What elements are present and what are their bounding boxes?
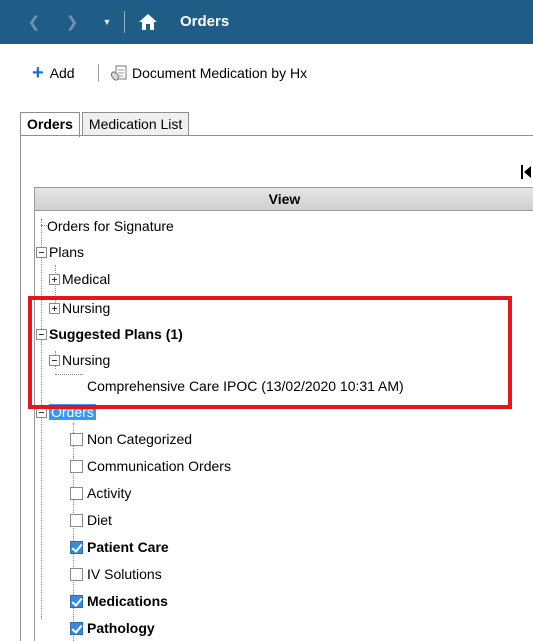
collapse-panel-icon[interactable] [521,165,531,179]
add-button-label: Add [49,65,75,81]
tab-medication-list[interactable]: Medication List [81,112,190,136]
document-medication-button[interactable]: Document Medication by Hx [110,60,307,86]
add-button[interactable]: + Add [32,60,75,86]
document-medication-icon [110,65,127,81]
tree-item-patient-care[interactable]: Patient Care [70,534,169,560]
plus-icon: + [32,62,44,84]
checkbox[interactable] [70,459,83,473]
tree-item-plans[interactable]: Plans [36,239,84,265]
tree-item-iv-solutions[interactable]: IV Solutions [70,561,162,587]
expand-icon[interactable] [49,273,60,285]
tree-item-medications[interactable]: Medications [70,588,168,614]
checkbox-checked[interactable] [70,621,83,635]
tab-orders[interactable]: Orders [20,112,80,137]
collapse-icon[interactable] [36,246,47,258]
tab-divider [20,135,533,136]
tree-item-diet[interactable]: Diet [70,507,112,533]
panel-left-border [20,135,21,641]
checkbox[interactable] [70,432,83,446]
checkbox[interactable] [70,486,83,500]
annotation-highlight-box [28,296,512,409]
view-header: View [35,187,533,211]
tree-item-non-categorized[interactable]: Non Categorized [70,426,192,452]
checkbox-checked[interactable] [70,594,83,608]
forward-arrow-icon[interactable]: ❯ [62,0,82,44]
toolbar-separator [98,64,99,82]
back-arrow-icon[interactable]: ❮ [24,0,44,44]
title-bar: ❮ ❯ ▼ Orders [0,0,533,44]
tab-strip: Orders Medication List [20,112,191,137]
toolbar: + Add Document Medication by Hx [0,60,533,86]
tree-item-orders-for-signature[interactable]: Orders for Signature [47,213,174,239]
checkbox[interactable] [70,567,83,581]
tree-item-activity[interactable]: Activity [70,480,131,506]
title-separator [124,11,125,33]
tree-item-medical[interactable]: Medical [49,266,110,292]
page-title: Orders [180,13,230,30]
tree-item-pathology[interactable]: Pathology [70,615,155,641]
document-medication-label: Document Medication by Hx [132,65,308,81]
checkbox-checked[interactable] [70,540,83,554]
dropdown-icon[interactable]: ▼ [100,0,114,44]
tree-item-communication-orders[interactable]: Communication Orders [70,453,231,479]
home-icon[interactable] [138,12,158,32]
view-panel: View Orders for Signature Plans Medical … [34,187,533,641]
checkbox[interactable] [70,513,83,527]
